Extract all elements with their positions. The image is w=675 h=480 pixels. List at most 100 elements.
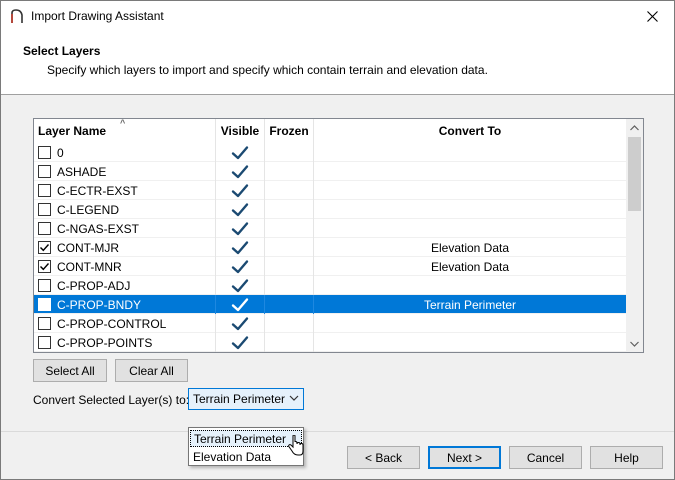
convert-to-cell[interactable] (314, 162, 626, 181)
layer-name: CONT-MJR (57, 240, 119, 255)
visible-cell[interactable] (216, 333, 265, 352)
convert-to-cell[interactable] (314, 181, 626, 200)
layer-name-cell: C-PROP-POINTS (34, 333, 216, 352)
cancel-button[interactable]: Cancel (509, 446, 582, 469)
table-row[interactable]: CONT-MNR Elevation Data (34, 257, 626, 276)
visible-check-icon (231, 240, 249, 254)
layer-name-cell: C-NGAS-EXST (34, 219, 216, 238)
layer-checkbox[interactable] (38, 241, 51, 254)
layer-checkbox[interactable] (38, 317, 51, 330)
frozen-cell[interactable] (265, 295, 314, 314)
visible-cell[interactable] (216, 276, 265, 295)
table-row[interactable]: C-NGAS-EXST (34, 219, 626, 238)
convert-to-cell[interactable] (314, 143, 626, 162)
table-row[interactable]: C-PROP-BNDY Terrain Perimeter (34, 295, 626, 314)
chevron-up-icon (630, 124, 639, 130)
table-row[interactable]: C-PROP-CONTROL (34, 314, 626, 333)
layer-checkbox[interactable] (38, 279, 51, 292)
table-row[interactable]: CONT-MJR Elevation Data (34, 238, 626, 257)
footer-divider (1, 431, 674, 432)
convert-to-cell[interactable] (314, 200, 626, 219)
table-row[interactable]: C-PROP-POINTS (34, 333, 626, 352)
layer-name-cell: C-ECTR-EXST (34, 181, 216, 200)
layer-checkbox[interactable] (38, 203, 51, 216)
table-row[interactable]: C-PROP-ADJ (34, 276, 626, 295)
scroll-up-button[interactable] (626, 119, 643, 136)
layer-name: C-NGAS-EXST (57, 221, 140, 236)
frozen-cell[interactable] (265, 238, 314, 257)
column-header-visible[interactable]: Visible (216, 119, 265, 143)
layer-name-cell: C-PROP-ADJ (34, 276, 216, 295)
convert-to-cell[interactable] (314, 333, 626, 352)
frozen-cell[interactable] (265, 333, 314, 352)
column-header-label: Layer Name (38, 124, 107, 138)
convert-to-cell[interactable] (314, 219, 626, 238)
visible-cell[interactable] (216, 295, 265, 314)
checkmark-icon (40, 301, 50, 309)
table-row[interactable]: ASHADE (34, 162, 626, 181)
column-header-convert-to[interactable]: Convert To (314, 119, 626, 143)
visible-cell[interactable] (216, 238, 265, 257)
dialog-window: Import Drawing Assistant Select Layers S… (0, 0, 675, 480)
convert-to-select[interactable]: Terrain Perimeter (188, 388, 304, 410)
convert-to-cell[interactable]: Elevation Data (314, 238, 626, 257)
convert-to-cell[interactable] (314, 276, 626, 295)
next-button[interactable]: Next > (428, 446, 501, 469)
close-button[interactable] (630, 1, 674, 32)
convert-to-cell[interactable] (314, 314, 626, 333)
clear-all-button[interactable]: Clear All (115, 359, 188, 382)
layer-checkbox[interactable] (38, 260, 51, 273)
frozen-cell[interactable] (265, 181, 314, 200)
layer-checkbox[interactable] (38, 222, 51, 235)
layer-name-cell: C-PROP-CONTROL (34, 314, 216, 333)
dropdown-option-terrain-perimeter[interactable]: Terrain Perimeter (190, 430, 302, 447)
column-header-layer-name[interactable]: Layer Name ^ (34, 119, 216, 143)
visible-cell[interactable] (216, 314, 265, 333)
layer-checkbox[interactable] (38, 184, 51, 197)
layer-name: ASHADE (57, 164, 107, 179)
table-row[interactable]: C-ECTR-EXST (34, 181, 626, 200)
dropdown-option-elevation-data[interactable]: Elevation Data (190, 448, 302, 465)
select-all-button[interactable]: Select All (33, 359, 107, 382)
column-header-frozen[interactable]: Frozen (265, 119, 314, 143)
visible-cell[interactable] (216, 143, 265, 162)
chevron-down-icon (289, 395, 299, 401)
column-header-label: Frozen (269, 124, 309, 138)
table-row[interactable]: C-LEGEND (34, 200, 626, 219)
frozen-cell[interactable] (265, 200, 314, 219)
visible-cell[interactable] (216, 181, 265, 200)
frozen-cell[interactable] (265, 143, 314, 162)
frozen-cell[interactable] (265, 219, 314, 238)
scroll-thumb[interactable] (628, 137, 641, 211)
column-header-label: Visible (220, 124, 260, 138)
frozen-cell[interactable] (265, 314, 314, 333)
visible-cell[interactable] (216, 257, 265, 276)
layer-name: CONT-MNR (57, 259, 122, 274)
layer-name: C-ECTR-EXST (57, 183, 138, 198)
layer-checkbox[interactable] (38, 165, 51, 178)
scroll-down-button[interactable] (626, 335, 643, 352)
layer-grid[interactable]: Layer Name ^ Visible Frozen Convert To 0… (33, 118, 644, 353)
visible-check-icon (231, 164, 249, 178)
convert-to-cell[interactable]: Terrain Perimeter (314, 295, 626, 314)
layer-name: C-PROP-POINTS (57, 335, 153, 350)
visible-check-icon (231, 335, 249, 349)
vertical-scrollbar[interactable] (626, 119, 643, 352)
visible-cell[interactable] (216, 219, 265, 238)
table-row[interactable]: 0 (34, 143, 626, 162)
frozen-cell[interactable] (265, 162, 314, 181)
visible-cell[interactable] (216, 200, 265, 219)
layer-checkbox[interactable] (38, 336, 51, 349)
frozen-cell[interactable] (265, 276, 314, 295)
visible-check-icon (231, 297, 249, 311)
layer-checkbox[interactable] (38, 298, 51, 311)
help-button[interactable]: Help (590, 446, 663, 469)
frozen-cell[interactable] (265, 257, 314, 276)
convert-to-cell[interactable]: Elevation Data (314, 257, 626, 276)
back-button[interactable]: < Back (347, 446, 420, 469)
convert-label: Convert Selected Layer(s) to: (33, 393, 190, 407)
visible-check-icon (231, 259, 249, 273)
layer-checkbox[interactable] (38, 146, 51, 159)
visible-cell[interactable] (216, 162, 265, 181)
window-title: Import Drawing Assistant (31, 9, 164, 23)
